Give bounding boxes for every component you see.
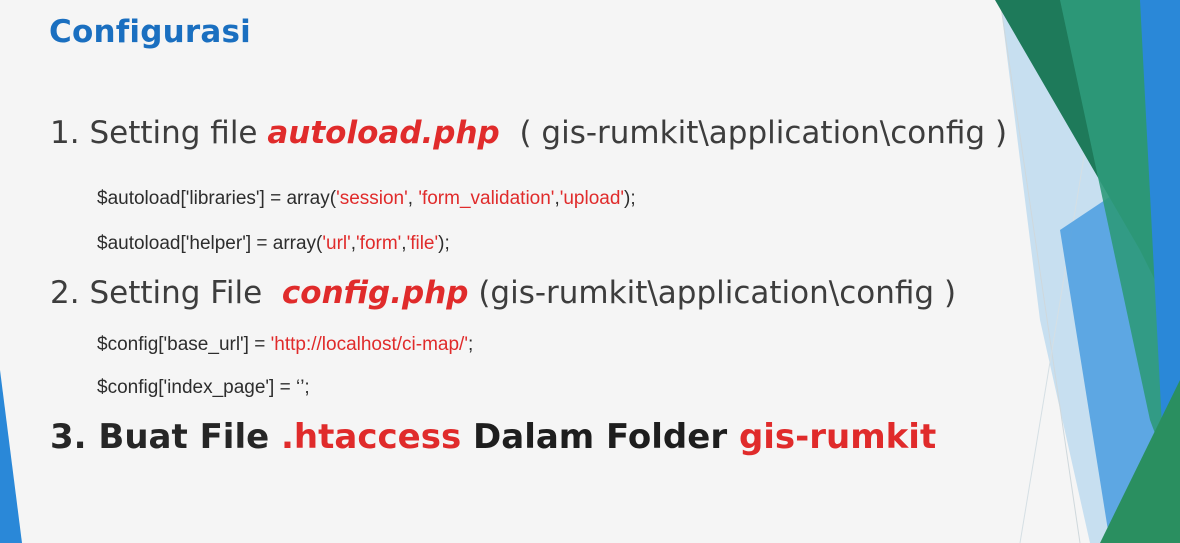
item-prefix: Buat File bbox=[98, 417, 270, 457]
list-item-2: 2. Setting File config.php (gis-rumkit\a… bbox=[50, 275, 956, 311]
item-number: 3. bbox=[50, 417, 87, 457]
slide-decoration bbox=[0, 0, 1180, 543]
item-middle: Dalam Folder bbox=[473, 417, 728, 457]
item-prefix: Setting file bbox=[89, 115, 258, 151]
item-number: 2. bbox=[50, 275, 80, 311]
item-path: ( gis-rumkit\application\config ) bbox=[519, 115, 1008, 151]
list-item-1: 1. Setting file autoload.php ( gis-rumki… bbox=[50, 115, 1007, 151]
code-text: $config['index_page'] = ‘’; bbox=[97, 377, 310, 398]
code-text: ; bbox=[467, 334, 474, 355]
code-string: 'session' bbox=[336, 188, 408, 209]
item-filename: .htaccess bbox=[281, 417, 462, 457]
deco-left-sliver bbox=[0, 370, 22, 543]
code-string: 'form' bbox=[356, 233, 402, 254]
item-folder: gis-rumkit bbox=[738, 417, 937, 457]
item-number: 1. bbox=[50, 115, 80, 151]
list-item-3: 3. Buat File .htaccess Dalam Folder gis-… bbox=[50, 417, 936, 457]
code-string: 'form_validation' bbox=[418, 188, 555, 209]
code-string: 'http://localhost/ci-map/' bbox=[270, 334, 468, 355]
item-prefix: Setting File bbox=[89, 275, 263, 311]
code-line-2: $autoload['helper'] = array('url','form'… bbox=[97, 233, 450, 255]
code-text: $autoload['helper'] = array( bbox=[97, 233, 323, 254]
code-string: 'url' bbox=[322, 233, 351, 254]
code-text: $autoload['libraries'] = array( bbox=[97, 188, 337, 209]
code-line-4: $config['index_page'] = ‘’; bbox=[97, 377, 310, 399]
code-line-1: $autoload['libraries'] = array('session'… bbox=[97, 188, 636, 210]
item-filename: config.php bbox=[281, 275, 469, 311]
presentation-slide: Configurasi 1. Setting file autoload.php… bbox=[0, 0, 1180, 543]
code-text: $config['base_url'] = bbox=[97, 334, 271, 355]
item-filename: autoload.php bbox=[267, 115, 500, 151]
code-string: 'file' bbox=[406, 233, 439, 254]
code-string: 'upload' bbox=[559, 188, 625, 209]
code-text: ); bbox=[438, 233, 450, 254]
code-text: ); bbox=[624, 188, 636, 209]
item-path: (gis-rumkit\application\config ) bbox=[478, 275, 957, 311]
code-line-3: $config['base_url'] = 'http://localhost/… bbox=[97, 334, 473, 356]
code-text: , bbox=[407, 188, 419, 209]
slide-title: Configurasi bbox=[49, 14, 251, 50]
